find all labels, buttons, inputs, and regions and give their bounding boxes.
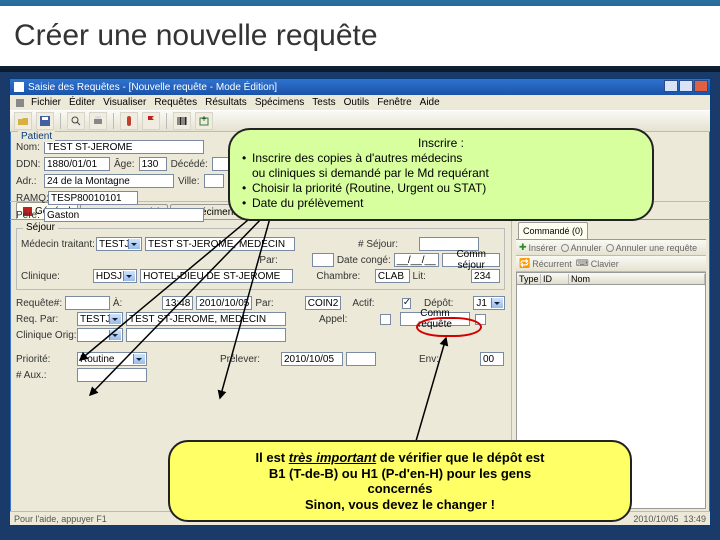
appel-label: Appel: xyxy=(319,314,377,325)
status-datetime: 2010/10/05 13:49 xyxy=(633,514,706,524)
flag-icon[interactable] xyxy=(142,112,160,130)
menu-fenetre[interactable]: Fenêtre xyxy=(374,97,414,108)
open-icon[interactable] xyxy=(14,112,32,130)
lit-label: Lit: xyxy=(413,271,468,282)
nom-label: Nom: xyxy=(16,142,40,153)
req-par-field[interactable]: COIN2 xyxy=(305,296,342,310)
decede-label: Décédé: xyxy=(171,159,208,170)
sejour-legend: Séjour xyxy=(23,222,58,233)
ddn-label: DDN: xyxy=(16,159,40,170)
status-help: Pour l'aide, appuyer F1 xyxy=(14,514,107,524)
callout-top-b3: Date du prélèvement xyxy=(242,196,640,211)
menu-aide[interactable]: Aide xyxy=(417,97,443,108)
callout-bottom-l1: Il est très important de vérifier que le… xyxy=(184,450,616,466)
prelever-time-field[interactable] xyxy=(346,352,376,366)
clinorig-label: Clinique Orig: xyxy=(16,330,74,341)
tube-icon[interactable] xyxy=(120,112,138,130)
appel-checkbox[interactable] xyxy=(380,314,391,325)
pere-label: Père: xyxy=(16,210,40,221)
print-icon[interactable] xyxy=(89,112,107,130)
clavier-button[interactable]: ⌨ Clavier xyxy=(576,258,619,269)
naux-label: # Aux.: xyxy=(16,370,74,381)
ddn-field[interactable]: 1880/01/01 xyxy=(44,157,110,171)
patient-legend: Patient xyxy=(18,131,55,142)
heading-band: Créer une nouvelle requête xyxy=(0,6,720,66)
col-id[interactable]: ID xyxy=(541,274,569,284)
menu-tests[interactable]: Tests xyxy=(309,97,338,108)
arrow-3 xyxy=(210,218,300,408)
tab-commande[interactable]: Commandé (0) xyxy=(518,222,588,239)
right-tabs: Commandé (0) xyxy=(516,222,706,240)
ramq-field[interactable]: TESP80010101 xyxy=(48,191,138,205)
callout-inscrire: Inscrire : Inscrire des copies à d'autre… xyxy=(228,128,654,221)
arrow-callout-bottom xyxy=(406,336,496,446)
menu-requetes[interactable]: Requêtes xyxy=(151,97,200,108)
adr-field[interactable]: 24 de la Montagne xyxy=(44,174,174,188)
menu-icon xyxy=(16,99,24,107)
minimize-button[interactable] xyxy=(664,80,678,92)
priorite-label: Priorité: xyxy=(16,354,74,365)
depot-label: Dépôt: xyxy=(424,298,470,309)
col-type[interactable]: Type xyxy=(517,274,541,284)
slide-root: 34 Créer une nouvelle requête Saisie des… xyxy=(0,0,720,540)
ville-label: Ville: xyxy=(178,176,200,187)
window-controls xyxy=(664,80,708,92)
nom-field[interactable]: TEST ST-JEROME xyxy=(44,140,204,154)
requete-num-label: Requête#: xyxy=(16,298,62,309)
right-toolbar-2: 🔁 Récurrent ⌨ Clavier xyxy=(516,256,706,272)
export-icon[interactable] xyxy=(195,112,213,130)
callout-bottom-l2: B1 (T-de-B) ou H1 (P-d'en-H) pour les ge… xyxy=(184,466,616,482)
barcode-icon[interactable] xyxy=(173,112,191,130)
depot-field[interactable]: J1 xyxy=(473,296,505,310)
actif-label: Actif: xyxy=(352,298,398,309)
comm-sejour-button[interactable]: Comm séjour xyxy=(442,253,500,267)
menu-fichier[interactable]: Fichier xyxy=(28,97,64,108)
search-icon[interactable] xyxy=(67,112,85,130)
menu-bar: Fichier Éditer Visualiser Requêtes Résul… xyxy=(10,95,710,110)
save-icon[interactable] xyxy=(36,112,54,130)
ramq-label: RAMQ: xyxy=(16,193,44,204)
app-icon xyxy=(14,82,24,92)
inserer-button[interactable]: ✚ Insérer xyxy=(519,242,557,253)
chambre-field[interactable]: CLAB xyxy=(375,269,410,283)
date-conge-field[interactable]: __/__/__ xyxy=(394,253,440,267)
reqpar-label: Req. Par: xyxy=(16,314,74,325)
menu-resultats[interactable]: Résultats xyxy=(202,97,250,108)
grid-header: Type ID Nom xyxy=(516,272,706,285)
maximize-button[interactable] xyxy=(679,80,693,92)
chambre-label: Chambre: xyxy=(316,271,371,282)
adr-label: Adr.: xyxy=(16,176,40,187)
callout-depot: Il est très important de vérifier que le… xyxy=(168,440,632,522)
annuler-button[interactable]: Annuler xyxy=(561,243,602,253)
callout-top-b2: Choisir la priorité (Routine, Urgent ou … xyxy=(242,181,640,196)
recurrent-button[interactable]: 🔁 Récurrent xyxy=(519,258,572,269)
callout-top-title: Inscrire : xyxy=(242,136,640,151)
window-title: Saisie des Requêtes - [Nouvelle requête … xyxy=(28,82,277,93)
callout-bottom-l4: Sinon, vous devez le changer ! xyxy=(184,497,616,513)
annuler-req-button[interactable]: Annuler une requête xyxy=(606,243,698,253)
callout-bottom-l3: concernés xyxy=(184,481,616,497)
col-nom[interactable]: Nom xyxy=(569,274,705,284)
ville-field[interactable] xyxy=(204,174,224,188)
title-bar[interactable]: Saisie des Requêtes - [Nouvelle requête … xyxy=(10,79,710,95)
actif-checkbox[interactable] xyxy=(402,298,411,309)
tab-commande-label: Commandé (0) xyxy=(523,226,583,236)
menu-outils[interactable]: Outils xyxy=(341,97,373,108)
age-field[interactable]: 130 xyxy=(139,157,167,171)
menu-visualiser[interactable]: Visualiser xyxy=(100,97,149,108)
depot-highlight xyxy=(416,317,482,337)
slide-title: Créer une nouvelle requête xyxy=(14,19,378,53)
age-label: Âge: xyxy=(114,159,135,170)
callout-top-b1: Inscrire des copies à d'autres médecinso… xyxy=(242,151,640,181)
menu-editer[interactable]: Éditer xyxy=(66,97,98,108)
num-sejour-label: # Séjour: xyxy=(358,239,416,250)
right-toolbar: ✚ Insérer Annuler Annuler une requête xyxy=(516,240,706,256)
par-field[interactable] xyxy=(312,253,334,267)
lit-field[interactable]: 234 xyxy=(471,269,500,283)
close-button[interactable] xyxy=(694,80,708,92)
menu-specimens[interactable]: Spécimens xyxy=(252,97,307,108)
date-conge-label: Date congé: xyxy=(337,255,391,266)
